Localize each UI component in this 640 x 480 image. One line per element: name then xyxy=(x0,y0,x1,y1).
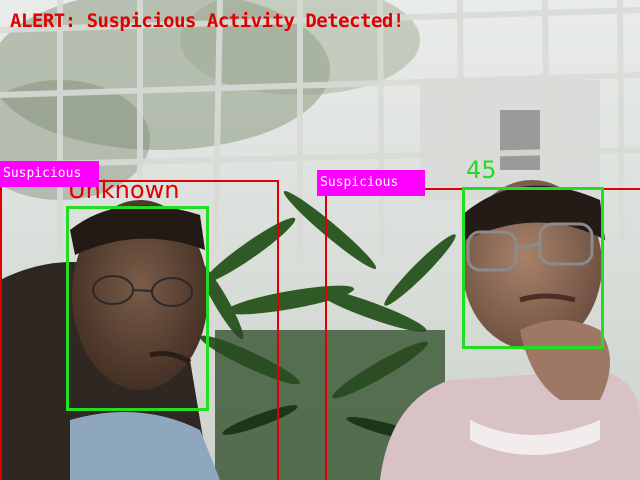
camera-frame: ALERT: Suspicious Activity Detected! Unk… xyxy=(0,0,640,480)
alert-banner: ALERT: Suspicious Activity Detected! xyxy=(10,10,404,32)
person-status-tag: Suspicious xyxy=(0,161,99,187)
face-label: 45 xyxy=(466,156,497,184)
face-bounding-box xyxy=(462,187,604,349)
face-bounding-box xyxy=(66,206,209,411)
person-status-tag: Suspicious xyxy=(317,170,425,196)
